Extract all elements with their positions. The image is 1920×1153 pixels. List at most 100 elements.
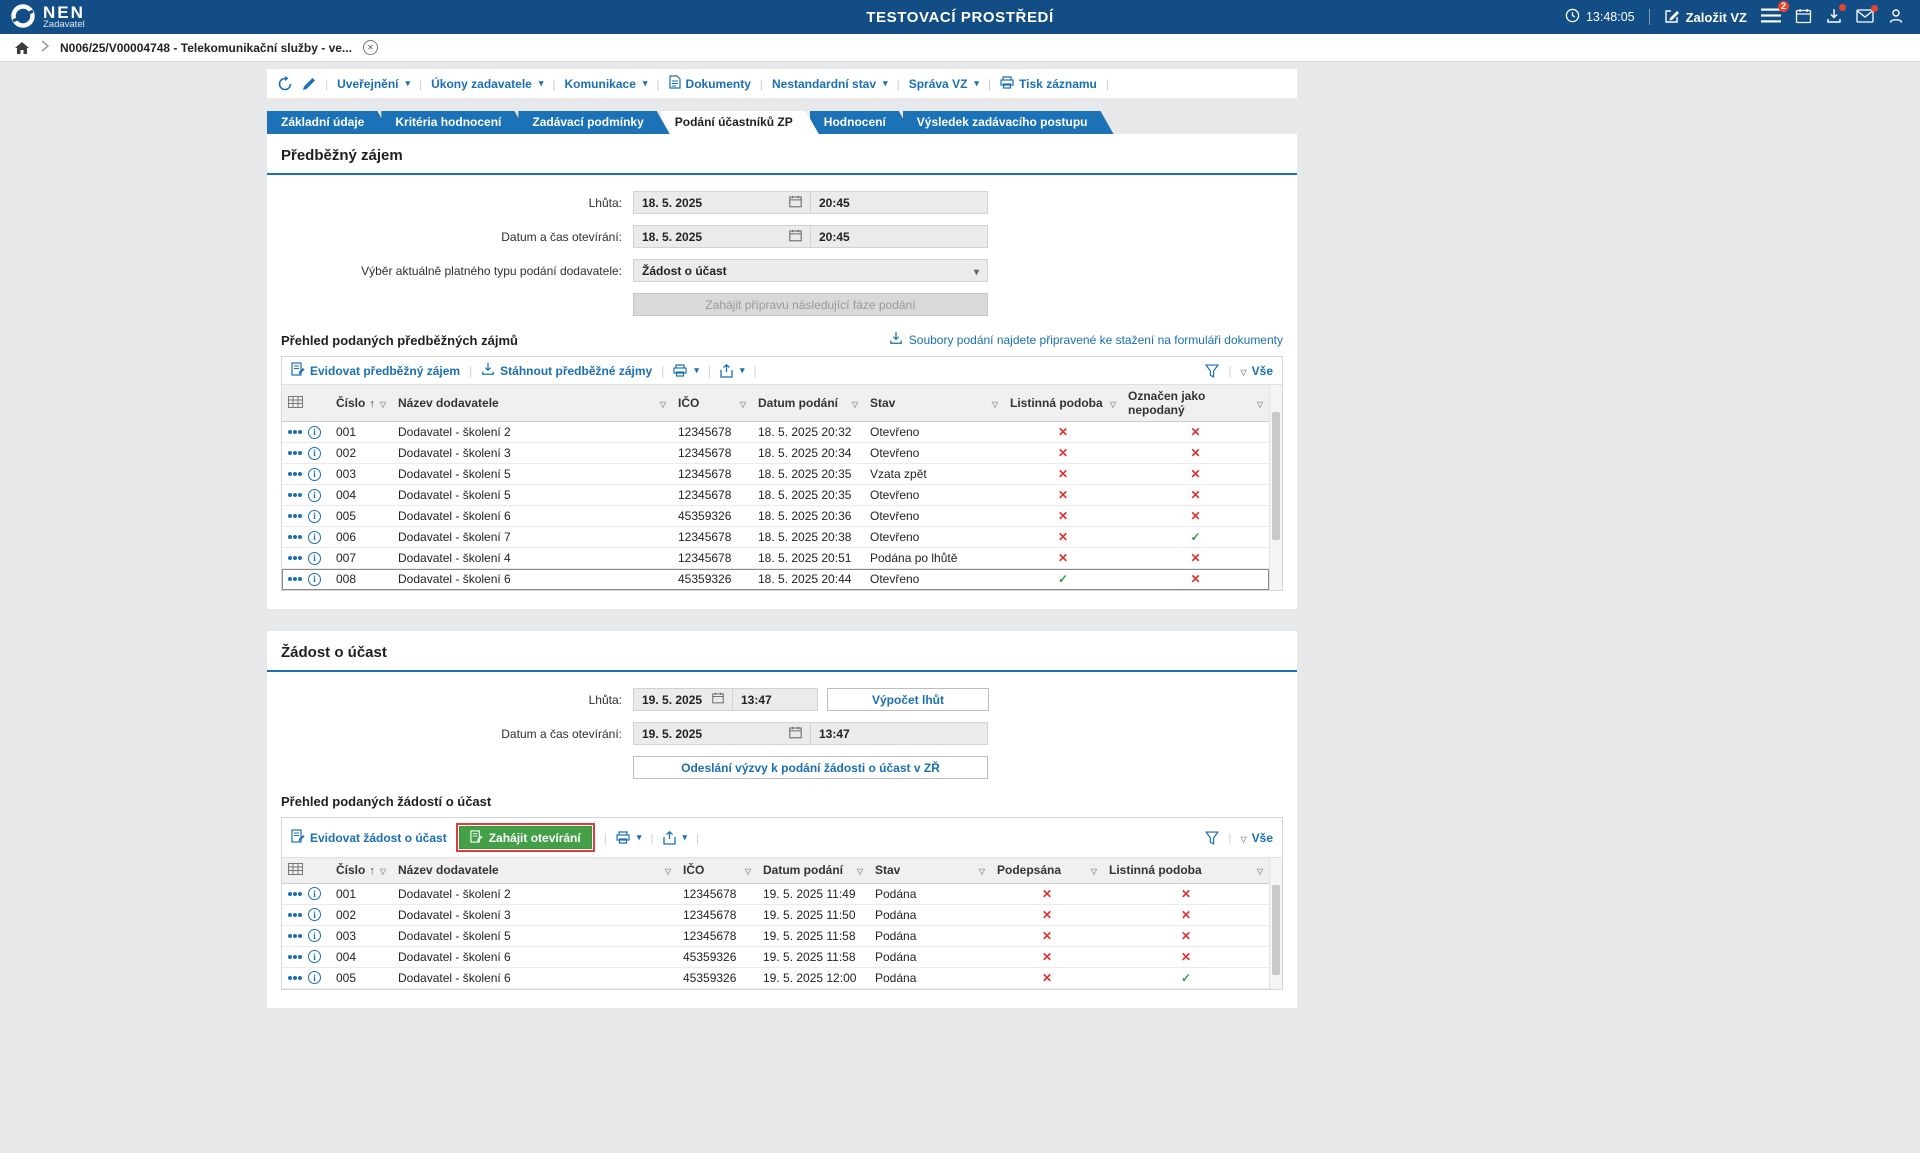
- evidovat-predbezny-zajem-button[interactable]: Evidovat předběžný zájem: [291, 362, 460, 379]
- table-row[interactable]: 002Dodavatel - školení 31234567819. 5. 2…: [282, 904, 1269, 925]
- row-menu-button[interactable]: [288, 556, 292, 560]
- history-button[interactable]: [277, 76, 293, 92]
- lhuta-time-field[interactable]: 20:45: [811, 191, 988, 214]
- calendar-small-icon[interactable]: [789, 229, 802, 245]
- export-table-button[interactable]: [720, 364, 745, 378]
- downloads-button[interactable]: [1826, 8, 1842, 27]
- messages-button[interactable]: [1856, 9, 1874, 26]
- filter-funnel-button[interactable]: [1205, 364, 1219, 378]
- row-info-icon[interactable]: [308, 510, 321, 523]
- table-scrollbar[interactable]: [1269, 385, 1282, 590]
- table-row[interactable]: 003Dodavatel - školení 51234567819. 5. 2…: [282, 925, 1269, 946]
- row-menu-button[interactable]: [288, 514, 292, 518]
- column-header-ico[interactable]: IČO: [677, 858, 757, 883]
- filter-caret-icon[interactable]: [1257, 863, 1263, 877]
- column-settings-header[interactable]: [282, 385, 330, 422]
- row-info-icon[interactable]: [308, 468, 321, 481]
- columns-grid-icon[interactable]: [288, 864, 303, 878]
- column-header-datum[interactable]: Datum podání: [757, 858, 869, 883]
- tisk-zaznamu-button[interactable]: Tisk záznamu: [1000, 76, 1097, 92]
- row-info-icon[interactable]: [308, 573, 321, 586]
- zahajit-otevirani-button[interactable]: Zahájit otevírání: [459, 826, 592, 849]
- create-vz-button[interactable]: Založit VZ: [1664, 8, 1747, 27]
- column-header-stav[interactable]: Stav: [869, 858, 991, 883]
- row-menu-button[interactable]: [288, 913, 292, 917]
- column-header-nepodany[interactable]: Označen jako nepodaný: [1122, 385, 1269, 422]
- edit-record-button[interactable]: [302, 77, 316, 91]
- tab-zakladni-udaje[interactable]: Základní údaje: [267, 111, 390, 134]
- filter-caret-icon[interactable]: [1091, 863, 1097, 877]
- column-header-stav[interactable]: Stav: [864, 385, 1004, 422]
- filter-caret-icon[interactable]: [992, 396, 998, 410]
- table-row[interactable]: 004Dodavatel - školení 64535932619. 5. 2…: [282, 946, 1269, 967]
- profile-button[interactable]: [1888, 8, 1904, 27]
- filter-caret-icon[interactable]: [380, 863, 386, 877]
- home-button[interactable]: [14, 40, 30, 56]
- export-table-button[interactable]: [663, 831, 688, 845]
- column-header-cislo[interactable]: Číslo: [330, 385, 392, 422]
- breadcrumb-item[interactable]: N006/25/V00004748 - Telekomunikační služ…: [60, 41, 352, 55]
- scrollbar-thumb[interactable]: [1272, 885, 1280, 975]
- row-menu-button[interactable]: [288, 577, 292, 581]
- vse-filter-button[interactable]: Vše: [1240, 831, 1273, 845]
- row-menu-button[interactable]: [288, 535, 292, 539]
- tab-vysledek-zadavaciho-postupu[interactable]: Výsledek zadávacího postupu: [903, 111, 1114, 134]
- nen-logo[interactable]: NEN Zadavatel: [10, 3, 85, 32]
- row-menu-button[interactable]: [288, 934, 292, 938]
- row-info-icon[interactable]: [308, 971, 321, 984]
- column-header-nazev[interactable]: Název dodavatele: [392, 385, 672, 422]
- table-row[interactable]: 005Dodavatel - školení 64535932619. 5. 2…: [282, 967, 1269, 988]
- column-header-listinna[interactable]: Listinná podoba: [1004, 385, 1122, 422]
- otevirani-time-field[interactable]: 13:47: [811, 722, 988, 745]
- menu-dokumenty[interactable]: Dokumenty: [669, 75, 751, 92]
- filter-caret-icon[interactable]: [1257, 396, 1263, 410]
- scrollbar-thumb[interactable]: [1272, 412, 1280, 540]
- table-row[interactable]: 006Dodavatel - školení 71234567818. 5. 2…: [282, 527, 1269, 548]
- otevirani-date-field[interactable]: 19. 5. 2025: [633, 722, 811, 745]
- row-info-icon[interactable]: [308, 908, 321, 921]
- print-table-button[interactable]: [616, 831, 642, 844]
- menu-ukony-zadavatele[interactable]: Úkony zadavatele: [431, 77, 543, 91]
- row-menu-button[interactable]: [288, 472, 292, 476]
- tab-hodnoceni[interactable]: Hodnocení: [810, 111, 912, 134]
- row-menu-button[interactable]: [288, 955, 292, 959]
- table-row[interactable]: 001Dodavatel - školení 21234567818. 5. 2…: [282, 422, 1269, 443]
- calendar-button[interactable]: [1795, 8, 1812, 27]
- calendar-small-icon[interactable]: [789, 726, 802, 742]
- row-info-icon[interactable]: [308, 929, 321, 942]
- lhuta-date-field[interactable]: 19. 5. 2025: [633, 688, 733, 711]
- table-row[interactable]: 007Dodavatel - školení 41234567818. 5. 2…: [282, 548, 1269, 569]
- typ-podani-select[interactable]: Žádost o účast: [633, 259, 988, 282]
- column-header-listinna[interactable]: Listinná podoba: [1103, 858, 1269, 883]
- menu-nestandardni-stav[interactable]: Nestandardní stav: [772, 77, 888, 91]
- filter-caret-icon[interactable]: [660, 396, 666, 410]
- filter-funnel-button[interactable]: [1205, 831, 1219, 845]
- menu-uverejneni[interactable]: Uveřejnění: [337, 77, 410, 91]
- vypocet-lhut-button[interactable]: Výpočet lhůt: [827, 688, 989, 711]
- row-info-icon[interactable]: [308, 552, 321, 565]
- row-menu-button[interactable]: [288, 976, 292, 980]
- menu-sprava-vz[interactable]: Správa VZ: [909, 77, 979, 91]
- close-record-button[interactable]: [363, 40, 378, 55]
- column-header-nazev[interactable]: Název dodavatele: [392, 858, 677, 883]
- row-menu-button[interactable]: [288, 430, 292, 434]
- menu-komunikace[interactable]: Komunikace: [565, 77, 648, 91]
- lhuta-time-field[interactable]: 13:47: [733, 688, 818, 711]
- otevirani-time-field[interactable]: 20:45: [811, 225, 988, 248]
- soubory-podani-link[interactable]: Soubory podání najdete připravené ke sta…: [889, 331, 1283, 348]
- row-menu-button[interactable]: [288, 892, 292, 896]
- row-info-icon[interactable]: [308, 887, 321, 900]
- filter-caret-icon[interactable]: [745, 863, 751, 877]
- tab-kriteria-hodnoceni[interactable]: Kritéria hodnocení: [381, 111, 527, 134]
- table-row[interactable]: 005Dodavatel - školení 64535932618. 5. 2…: [282, 506, 1269, 527]
- filter-caret-icon[interactable]: [740, 396, 746, 410]
- stahnout-predbezne-zajmy-button[interactable]: Stáhnout předběžné zájmy: [481, 362, 652, 379]
- column-header-cislo[interactable]: Číslo: [330, 858, 392, 883]
- vse-filter-button[interactable]: Vše: [1240, 364, 1273, 378]
- columns-grid-icon[interactable]: [288, 397, 303, 411]
- menu-button[interactable]: 2: [1761, 8, 1781, 26]
- column-header-ico[interactable]: IČO: [672, 385, 752, 422]
- table-row[interactable]: 002Dodavatel - školení 31234567818. 5. 2…: [282, 443, 1269, 464]
- table-row[interactable]: 001Dodavatel - školení 21234567819. 5. 2…: [282, 883, 1269, 904]
- row-menu-button[interactable]: [288, 493, 292, 497]
